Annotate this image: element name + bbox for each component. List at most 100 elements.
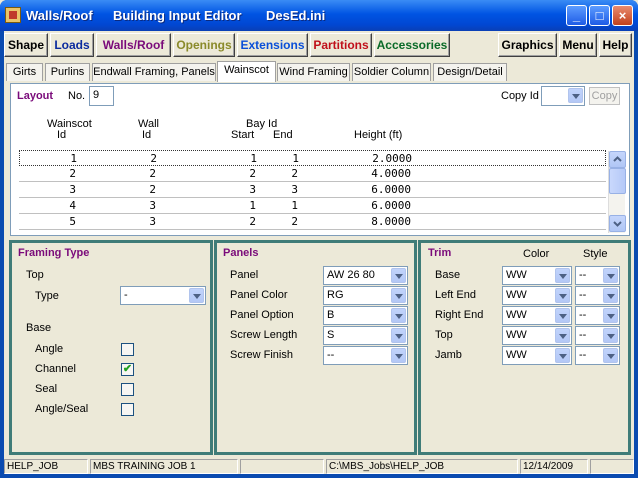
maximize-button[interactable]: □: [589, 5, 610, 26]
copy-button[interactable]: Copy: [589, 87, 620, 105]
header-wainscot-id: Id: [57, 129, 67, 141]
chevron-down-icon[interactable]: [555, 268, 570, 283]
close-button[interactable]: ×: [612, 5, 633, 26]
trim-top-label: Top: [435, 329, 453, 341]
menu-loads-button[interactable]: Loads: [50, 33, 94, 57]
trim-base-label: Base: [435, 269, 461, 281]
framing-type-title: Framing Type: [18, 247, 90, 259]
chevron-down-icon[interactable]: [555, 308, 570, 323]
chevron-down-icon[interactable]: [568, 88, 583, 103]
chevron-down-icon[interactable]: [603, 348, 618, 363]
scroll-up-button[interactable]: [609, 151, 626, 168]
type-label: Type: [35, 290, 59, 302]
trim-group: Trim Color Style Base WW -- Left End WW …: [418, 240, 631, 455]
layout-no-input[interactable]: 9: [89, 86, 114, 106]
chevron-down-icon[interactable]: [391, 308, 406, 323]
minimize-icon: _: [572, 8, 581, 23]
menu-partitions-button[interactable]: Partitions: [310, 33, 372, 57]
tab-purlins[interactable]: Purlins: [45, 63, 90, 81]
panel-color-select[interactable]: RG: [323, 286, 408, 305]
type-select[interactable]: -: [120, 286, 206, 305]
trim-jamb-style-select[interactable]: --: [575, 346, 620, 365]
screw-length-select[interactable]: S: [323, 326, 408, 345]
trim-left-end-color-select[interactable]: WW: [502, 286, 572, 305]
trim-jamb-color-select[interactable]: WW: [502, 346, 572, 365]
framing-type-group: Framing Type Top Type - Base Angle Chann…: [9, 240, 213, 455]
chevron-down-icon[interactable]: [603, 308, 618, 323]
chevron-down-icon[interactable]: [189, 288, 204, 303]
tab-wind-framing[interactable]: Wind Framing: [277, 63, 350, 81]
copy-id-select[interactable]: [541, 86, 585, 106]
panel-label: Panel: [230, 269, 259, 281]
screw-finish-label: Screw Finish: [230, 349, 293, 361]
vertical-scrollbar[interactable]: [608, 151, 626, 233]
menu-openings-button[interactable]: Openings: [173, 33, 235, 57]
layout-no-label: No.: [68, 90, 86, 102]
channel-checkbox[interactable]: ✔: [121, 363, 134, 376]
screw-length-label: Screw Length: [230, 329, 298, 341]
screw-finish-select[interactable]: --: [323, 346, 408, 365]
trim-base-color-select[interactable]: WW: [502, 266, 572, 285]
chevron-down-icon[interactable]: [555, 348, 570, 363]
panels-group: Panels Panel AW 26 80 Panel Color RG Pan…: [214, 240, 417, 455]
trim-right-end-color-select[interactable]: WW: [502, 306, 572, 325]
seal-label: Seal: [35, 383, 58, 395]
panel-color-label: Panel Color: [230, 289, 288, 301]
chevron-down-icon[interactable]: [391, 288, 406, 303]
table-row[interactable]: 3 2 3 3 6.0000: [19, 182, 606, 198]
table-row[interactable]: 4 3 1 1 6.0000: [19, 198, 606, 214]
seal-checkbox[interactable]: [121, 383, 134, 396]
chevron-down-icon[interactable]: [391, 268, 406, 283]
menu-accessories-button[interactable]: Accessories: [374, 33, 450, 57]
chevron-down-icon[interactable]: [603, 288, 618, 303]
app-icon: [5, 7, 21, 23]
chevron-down-icon[interactable]: [603, 328, 618, 343]
scroll-down-button[interactable]: [609, 215, 626, 232]
header-wall-id: Id: [142, 129, 152, 141]
menu-help-button[interactable]: Help: [599, 33, 632, 57]
minimize-button[interactable]: _: [566, 5, 587, 26]
tab-wainscot[interactable]: Wainscot: [217, 61, 276, 82]
trim-top-color-select[interactable]: WW: [502, 326, 572, 345]
trim-base-style-select[interactable]: --: [575, 266, 620, 285]
trim-title: Trim: [428, 247, 452, 259]
checkmark-icon: ✔: [122, 363, 133, 375]
chevron-down-icon[interactable]: [555, 328, 570, 343]
chevron-down-icon[interactable]: [555, 288, 570, 303]
status-date: 12/14/2009: [520, 459, 588, 474]
menu-graphics-button[interactable]: Graphics: [498, 33, 557, 57]
chevron-up-icon: [613, 156, 622, 162]
panel-select[interactable]: AW 26 80: [323, 266, 408, 285]
table-row[interactable]: 5 3 2 2 8.0000: [19, 214, 606, 230]
trim-top-style-select[interactable]: --: [575, 326, 620, 345]
menu-shape-button[interactable]: Shape: [4, 33, 48, 57]
trim-left-end-style-select[interactable]: --: [575, 286, 620, 305]
tab-endwall-framing-panels[interactable]: Endwall Framing, Panels: [92, 63, 216, 81]
status-job-name: MBS TRAINING JOB 1: [90, 459, 238, 474]
tab-strip: Girts Purlins Endwall Framing, Panels Wa…: [4, 61, 634, 82]
copy-id-label: Copy Id: [501, 90, 539, 102]
tab-soldier-column[interactable]: Soldier Column: [352, 63, 431, 81]
panel-option-select[interactable]: B: [323, 306, 408, 325]
chevron-down-icon[interactable]: [603, 268, 618, 283]
angle-checkbox[interactable]: [121, 343, 134, 356]
status-path: C:\MBS_Jobs\HELP_JOB: [326, 459, 518, 474]
table-row[interactable]: 2 2 2 2 4.0000: [19, 166, 606, 182]
menu-menu-button[interactable]: Menu: [559, 33, 597, 57]
table-row[interactable]: 1 2 1 1 2.0000: [19, 150, 606, 166]
menu-extensions-button[interactable]: Extensions: [237, 33, 308, 57]
trim-right-end-style-select[interactable]: --: [575, 306, 620, 325]
header-wainscot: Wainscot: [47, 118, 92, 130]
top-label: Top: [26, 269, 44, 281]
angle-seal-checkbox[interactable]: [121, 403, 134, 416]
tab-girts[interactable]: Girts: [6, 63, 43, 81]
menu-walls-roof-button[interactable]: Walls/Roof: [96, 33, 171, 57]
chevron-down-icon[interactable]: [391, 328, 406, 343]
chevron-down-icon[interactable]: [391, 348, 406, 363]
scroll-thumb[interactable]: [609, 168, 626, 194]
header-height: Height (ft): [354, 129, 403, 141]
panels-title: Panels: [223, 247, 259, 259]
window-file: DesEd.ini: [266, 8, 326, 23]
tab-design-detail[interactable]: Design/Detail: [433, 63, 507, 81]
title-bar[interactable]: Walls/Roof Building Input Editor DesEd.i…: [0, 0, 638, 31]
